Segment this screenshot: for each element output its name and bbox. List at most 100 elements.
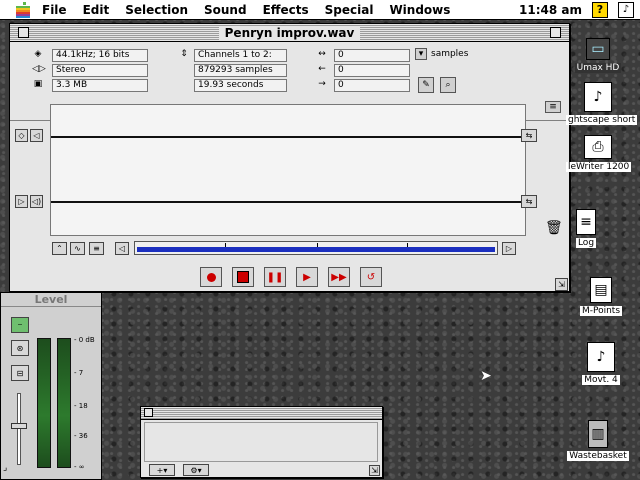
desktop-icon-label: Wastebasket bbox=[567, 451, 629, 461]
spectrum-view-button[interactable]: ∿ bbox=[70, 242, 85, 255]
selection-end-icon: → bbox=[318, 79, 326, 89]
selection-start-icon: ← bbox=[318, 64, 326, 74]
desktop-icon-label: Movt. 4 bbox=[582, 375, 620, 385]
menu-file[interactable]: File bbox=[34, 3, 75, 17]
file-size-field: 3.3 MB bbox=[52, 79, 148, 92]
desktop-icon-laserwriter[interactable]: ⎙ leWriter 1200 bbox=[566, 135, 632, 172]
duration-field: 19.93 seconds bbox=[194, 79, 287, 92]
trash-icon: ▥ bbox=[588, 420, 608, 448]
menu-bar: File Edit Selection Sound Effects Specia… bbox=[0, 0, 640, 20]
desktop-icon-m-points[interactable]: ▤ M-Points bbox=[569, 277, 633, 316]
list-view-button[interactable]: ≡ bbox=[89, 242, 104, 255]
menu-selection[interactable]: Selection bbox=[117, 3, 196, 17]
desktop-icon-umax-hd[interactable]: ▭ Umax HD bbox=[566, 38, 630, 73]
waveform-view-button[interactable]: ⌃ bbox=[52, 242, 67, 255]
zoom-box[interactable] bbox=[550, 27, 561, 38]
desktop-icon-label: ghtscape short bbox=[566, 115, 638, 125]
music-document-icon: ♪ bbox=[587, 342, 615, 372]
level-record-button[interactable]: ⊟ bbox=[11, 365, 29, 381]
apple-menu-icon[interactable] bbox=[12, 0, 34, 20]
level-title: Level bbox=[1, 293, 101, 307]
loop-button[interactable]: ↺ bbox=[360, 267, 382, 287]
track1-solo-button[interactable]: ◇ bbox=[15, 129, 28, 142]
desktop-icon-label: Umax HD bbox=[574, 63, 622, 73]
channel-mode-field: Stereo bbox=[52, 64, 148, 77]
small-window-content bbox=[144, 422, 378, 462]
fast-forward-button[interactable]: ▶▶ bbox=[328, 267, 350, 287]
play-button[interactable]: ▶ bbox=[296, 267, 318, 287]
help-icon[interactable]: ? bbox=[592, 1, 608, 18]
close-box[interactable] bbox=[144, 408, 153, 417]
menubar-clock[interactable]: 11:48 am bbox=[519, 3, 582, 17]
right-level-meter bbox=[57, 338, 71, 468]
range-end-input[interactable]: 0 bbox=[334, 79, 410, 92]
desktop-icon-wastebasket[interactable]: ▥ Wastebasket bbox=[566, 420, 630, 461]
small-window: +▾ ⚙▾ ⇲ bbox=[140, 406, 383, 478]
scroll-left-button[interactable]: ◁ bbox=[115, 242, 129, 255]
desktop-icon-log[interactable]: ≡ Log bbox=[554, 209, 618, 248]
close-box[interactable] bbox=[18, 27, 29, 38]
resize-grow-box[interactable]: ⌟ bbox=[3, 463, 7, 473]
channel-2-waveform bbox=[51, 201, 525, 203]
range-mid-input[interactable]: 0 bbox=[334, 64, 410, 77]
channels-field: Channels 1 to 2: bbox=[194, 49, 287, 62]
collapse-panel-icon[interactable]: ≡ bbox=[545, 101, 561, 113]
window-title: Penryn improv.wav bbox=[218, 25, 361, 40]
overview-scroller[interactable] bbox=[134, 241, 498, 255]
updown-icon[interactable]: ⇕ bbox=[178, 48, 190, 60]
sound-app-icon[interactable]: ♪ bbox=[618, 1, 634, 18]
desktop-icon-label: leWriter 1200 bbox=[566, 162, 632, 172]
selection-width-icon: ↔ bbox=[318, 49, 326, 59]
window-titlebar[interactable] bbox=[141, 407, 382, 420]
scroll-right-button[interactable]: ▷ bbox=[502, 242, 516, 255]
pause-button[interactable]: ❚❚ bbox=[264, 267, 286, 287]
mouse-cursor-icon: ➤ bbox=[480, 368, 492, 384]
level-scale-label: - 18 bbox=[74, 402, 88, 410]
level-scale: - 0 dB - 7 - 18 - 36 - ∞ bbox=[74, 336, 100, 472]
hard-disk-icon: ▭ bbox=[586, 38, 610, 60]
edit-tool-icon[interactable]: ✎ bbox=[418, 77, 434, 93]
zoom-tool-icon[interactable]: ⌕ bbox=[440, 77, 456, 93]
speaker-icon: ◈ bbox=[34, 49, 42, 59]
stereo-icon: ◁▷ bbox=[32, 64, 46, 74]
channel-2-marker[interactable]: ⇆ bbox=[521, 195, 537, 208]
menu-special[interactable]: Special bbox=[317, 3, 382, 17]
menu-windows[interactable]: Windows bbox=[381, 3, 458, 17]
track2-play-button[interactable]: ▷ bbox=[15, 195, 28, 208]
sample-count-field: 879293 samples bbox=[194, 64, 287, 77]
level-scale-label: - 36 bbox=[74, 432, 88, 440]
printer-icon: ⎙ bbox=[584, 135, 612, 159]
range-start-input[interactable]: 0 bbox=[334, 49, 410, 62]
channel-1-waveform bbox=[51, 136, 525, 138]
gain-slider-thumb[interactable] bbox=[11, 423, 27, 429]
level-monitor-button[interactable]: ⎯ bbox=[11, 317, 29, 333]
desktop-icon-label: Log bbox=[575, 238, 597, 248]
track2-mute-button[interactable]: ◁) bbox=[30, 195, 43, 208]
window-titlebar[interactable]: Penryn improv.wav bbox=[10, 24, 569, 42]
settings-popup-button[interactable]: ⚙▾ bbox=[183, 464, 209, 476]
visible-range-bar[interactable] bbox=[137, 247, 495, 252]
stop-button[interactable] bbox=[232, 267, 254, 287]
level-scale-label: - 0 dB bbox=[74, 336, 95, 344]
menu-edit[interactable]: Edit bbox=[75, 3, 118, 17]
resize-grow-box[interactable]: ⇲ bbox=[555, 278, 568, 291]
text-document-icon: ≡ bbox=[576, 209, 596, 235]
level-scale-label: - ∞ bbox=[74, 463, 85, 471]
units-label: samples bbox=[431, 49, 469, 59]
resize-grow-box[interactable]: ⇲ bbox=[369, 465, 380, 476]
desktop-icon-label: M-Points bbox=[579, 306, 623, 316]
add-popup-button[interactable]: +▾ bbox=[149, 464, 175, 476]
channel-1-marker[interactable]: ⇆ bbox=[521, 129, 537, 142]
units-popup[interactable]: ▾ bbox=[415, 48, 427, 60]
record-button[interactable] bbox=[200, 267, 222, 287]
level-scale-label: - 7 bbox=[74, 369, 84, 377]
level-input-button[interactable]: ⊛ bbox=[11, 340, 29, 356]
desktop-icon-movt-4[interactable]: ♪ Movt. 4 bbox=[569, 342, 633, 385]
menu-sound[interactable]: Sound bbox=[196, 3, 255, 17]
waveform-display[interactable] bbox=[50, 104, 526, 236]
desktop-icon-nightscape-short[interactable]: ♪ ghtscape short bbox=[566, 82, 638, 125]
document-icon: ▤ bbox=[590, 277, 612, 303]
track1-prev-button[interactable]: ◁ bbox=[30, 129, 43, 142]
menu-effects[interactable]: Effects bbox=[255, 3, 317, 17]
gain-slider[interactable] bbox=[17, 393, 21, 465]
